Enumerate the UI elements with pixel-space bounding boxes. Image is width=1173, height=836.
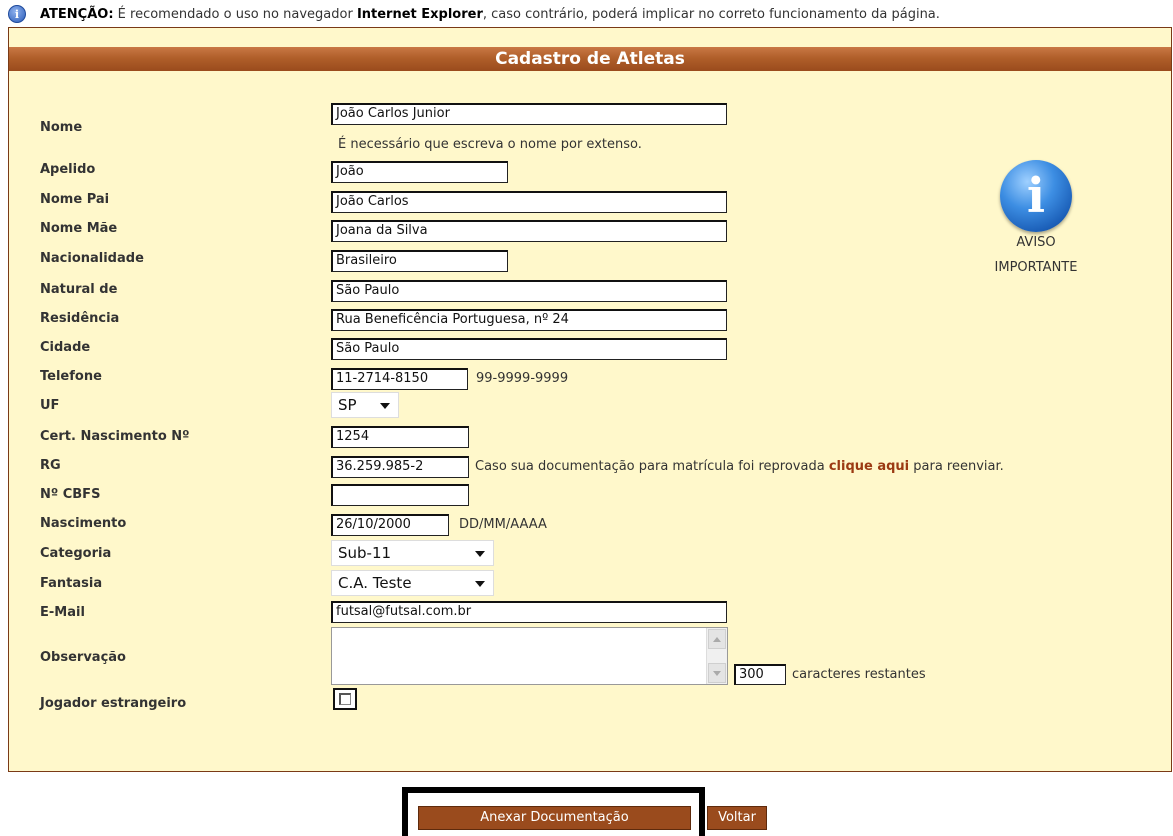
residencia-input[interactable]: Rua Beneficência Portuguesa, nº 24 bbox=[331, 309, 727, 331]
label-rg: RG bbox=[40, 458, 61, 473]
label-categoria: Categoria bbox=[40, 546, 112, 561]
cert-nascimento-input[interactable]: 1254 bbox=[331, 426, 469, 448]
label-cbfs: Nº CBFS bbox=[40, 487, 101, 502]
cidade-input[interactable]: São Paulo bbox=[331, 338, 727, 360]
panel-title: Cadastro de Atletas bbox=[9, 47, 1171, 71]
estrangeiro-checkbox[interactable] bbox=[333, 688, 357, 710]
nome-input[interactable]: João Carlos Junior bbox=[331, 103, 727, 125]
fantasia-select[interactable]: C.A. Teste bbox=[331, 570, 494, 596]
label-nome: Nome bbox=[40, 120, 83, 135]
label-email: E-Mail bbox=[40, 605, 85, 620]
scroll-up-button[interactable] bbox=[708, 629, 726, 649]
chevron-down-icon bbox=[380, 403, 390, 409]
chevron-down-icon bbox=[475, 581, 485, 587]
label-natural-de: Natural de bbox=[40, 282, 118, 297]
label-nascimento: Nascimento bbox=[40, 516, 127, 531]
nacionalidade-input[interactable]: Brasileiro bbox=[331, 250, 508, 272]
uf-select[interactable]: SP bbox=[331, 392, 399, 418]
anexar-documentacao-button[interactable]: Anexar Documentação bbox=[418, 806, 691, 830]
label-estrangeiro: Jogador estrangeiro bbox=[40, 696, 187, 711]
label-nome-pai: Nome Pai bbox=[40, 192, 110, 207]
rg-input[interactable]: 36.259.985-2 bbox=[331, 456, 469, 478]
label-apelido: Apelido bbox=[40, 162, 96, 177]
chevron-down-icon bbox=[475, 551, 485, 557]
nome-hint: É necessário que escreva o nome por exte… bbox=[338, 137, 642, 152]
email-input[interactable]: futsal@futsal.com.br bbox=[331, 601, 727, 623]
natural-de-input[interactable]: São Paulo bbox=[331, 280, 727, 302]
label-uf: UF bbox=[40, 398, 60, 413]
browser-warning: i ATENÇÃO: É recomendado o uso no navega… bbox=[8, 2, 940, 26]
aviso-line1: AVISO bbox=[1016, 235, 1056, 250]
label-residencia: Residência bbox=[40, 311, 120, 326]
voltar-button[interactable]: Voltar bbox=[707, 806, 767, 830]
label-nome-mae: Nome Mãe bbox=[40, 221, 118, 236]
char-counter: 300 bbox=[734, 664, 786, 685]
aviso-line2: IMPORTANTE bbox=[994, 260, 1078, 275]
nome-mae-input[interactable]: Joana da Silva bbox=[331, 220, 727, 242]
nascimento-input[interactable]: 26/10/2000 bbox=[331, 514, 449, 536]
label-telefone: Telefone bbox=[40, 369, 102, 384]
observacao-textarea[interactable] bbox=[331, 627, 728, 685]
label-cidade: Cidade bbox=[40, 340, 91, 355]
rg-hint: Caso sua documentação para matrícula foi… bbox=[475, 459, 1004, 474]
label-fantasia: Fantasia bbox=[40, 576, 103, 591]
scroll-down-button[interactable] bbox=[708, 663, 726, 683]
scrollbar[interactable] bbox=[706, 628, 727, 684]
label-observacao: Observação bbox=[40, 650, 126, 665]
label-cert-nascimento: Cert. Nascimento Nº bbox=[40, 429, 190, 444]
cbfs-input[interactable] bbox=[331, 484, 469, 506]
nascimento-hint: DD/MM/AAAA bbox=[459, 517, 547, 532]
nome-pai-input[interactable]: João Carlos bbox=[331, 191, 727, 213]
telefone-hint: 99-9999-9999 bbox=[476, 371, 569, 386]
info-icon: i bbox=[8, 5, 26, 23]
char-counter-label: caracteres restantes bbox=[792, 667, 926, 682]
apelido-input[interactable]: João bbox=[331, 161, 508, 183]
label-nacionalidade: Nacionalidade bbox=[40, 251, 144, 266]
chevron-up-icon bbox=[713, 637, 721, 642]
reenviar-link[interactable]: clique aqui bbox=[829, 459, 909, 474]
warning-text: ATENÇÃO: É recomendado o uso no navegado… bbox=[40, 6, 940, 22]
info-icon[interactable]: i bbox=[1000, 160, 1072, 232]
categoria-select[interactable]: Sub-11 bbox=[331, 540, 494, 566]
telefone-input[interactable]: 11-2714-8150 bbox=[331, 368, 468, 390]
chevron-down-icon bbox=[713, 671, 721, 676]
